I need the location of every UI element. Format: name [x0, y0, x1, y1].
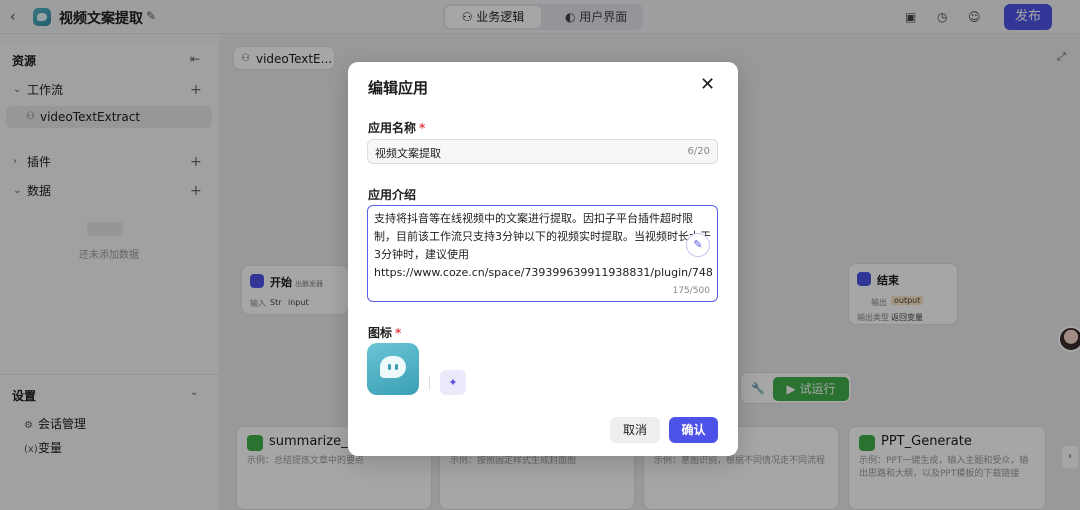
icon-label: 图标 *	[368, 326, 402, 340]
close-icon[interactable]: ✕	[700, 74, 715, 95]
chat-bubble-icon	[380, 356, 406, 378]
cancel-button[interactable]: 取消	[610, 417, 660, 443]
app-desc-textarea[interactable]: 支持将抖音等在线视频中的文案进行提取。因扣子平台插件超时限制，目前该工作流只支持…	[367, 205, 718, 302]
app-name-count: 6/20	[687, 146, 710, 157]
app-name-value: 视频文案提取	[375, 147, 441, 160]
ai-generate-icon[interactable]: ✦	[440, 370, 466, 395]
app-icon-preview[interactable]	[367, 343, 419, 395]
required-mark: *	[395, 326, 402, 340]
edit-app-dialog: 编辑应用 ✕ 应用名称 * 视频文案提取 6/20 应用介绍 支持将抖音等在线视频…	[348, 62, 738, 456]
confirm-button[interactable]: 确认	[669, 417, 718, 443]
divider	[429, 376, 430, 390]
app-desc-value: 支持将抖音等在线视频中的文案进行提取。因扣子平台插件超时限制，目前该工作流只支持…	[374, 212, 713, 279]
required-mark: *	[419, 121, 426, 135]
app-name-label: 应用名称 *	[368, 121, 426, 135]
app-name-field[interactable]: 视频文案提取 6/20	[367, 139, 718, 164]
app-desc-label: 应用介绍	[368, 188, 417, 202]
app-desc-count: 175/500	[672, 286, 710, 296]
ai-rewrite-icon[interactable]: ✎	[686, 233, 710, 257]
dialog-title: 编辑应用	[368, 79, 429, 97]
